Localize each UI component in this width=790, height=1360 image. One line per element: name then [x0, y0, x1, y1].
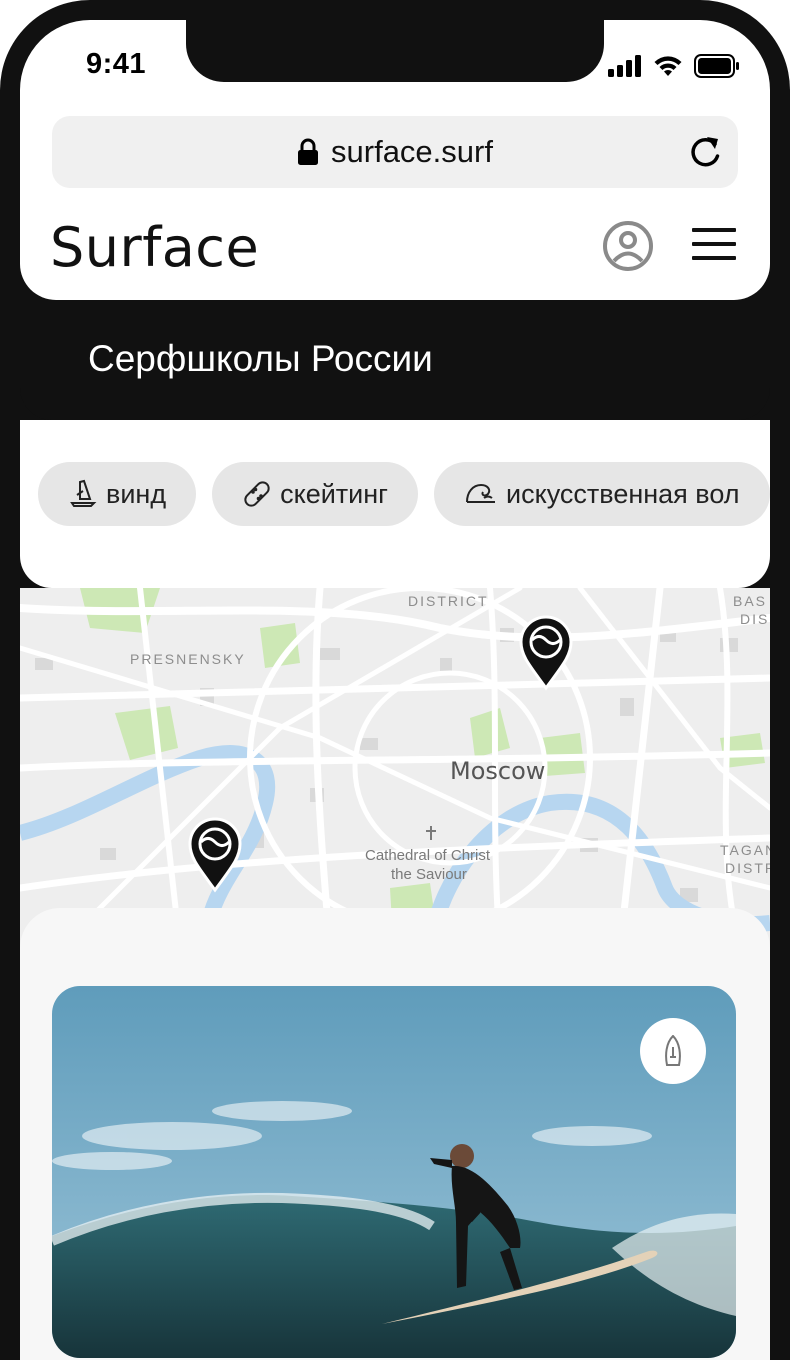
- filter-chip-wind[interactable]: винд: [38, 462, 197, 526]
- battery-icon: [694, 54, 739, 78]
- map-label-basmanny-1: BAS: [733, 593, 767, 609]
- status-icons: [608, 54, 740, 78]
- status-time: 9:41: [86, 48, 147, 80]
- logo[interactable]: Surface: [50, 216, 259, 279]
- device-notch: [186, 20, 604, 82]
- school-card-photo[interactable]: [52, 986, 736, 1358]
- map-label-cathedral-1: Cathedral of Christ: [365, 847, 491, 864]
- surfer-photo: [52, 986, 736, 1358]
- filter-label: винд: [106, 478, 167, 509]
- map-label-tagansky-1: TAGAN: [720, 842, 770, 858]
- map-canvas[interactable]: DISTRICT PRESNENSKY BAS DIS TAGAN DISTR …: [20, 588, 770, 948]
- card-badge[interactable]: [640, 1018, 706, 1084]
- map-label-presnensky: PRESNENSKY: [130, 651, 246, 667]
- filter-chips: винд скейтинг искусственная вол: [38, 462, 770, 526]
- screen: Серфшколы России 9:41 surface.surf Surfa…: [20, 20, 770, 1360]
- filter-label: скейтинг: [280, 478, 389, 509]
- map-label-tagansky-2: DISTR: [725, 860, 770, 876]
- school-card-list: [20, 908, 770, 1360]
- filter-chip-skating[interactable]: скейтинг: [212, 462, 419, 526]
- map-label-moscow: Moscow: [450, 757, 545, 785]
- address-bar[interactable]: surface.surf: [52, 116, 738, 188]
- map-label-cathedral-2: the Saviour: [391, 866, 467, 883]
- hamburger-menu-icon[interactable]: [692, 228, 736, 260]
- filter-label: искусственная вол: [506, 478, 740, 509]
- surfboard-icon: [665, 1035, 681, 1066]
- wifi-icon: [654, 56, 682, 76]
- profile-icon[interactable]: [602, 220, 654, 272]
- map-label-district: DISTRICT: [408, 593, 489, 609]
- map[interactable]: DISTRICT PRESNENSKY BAS DIS TAGAN DISTR …: [20, 588, 770, 948]
- reload-icon[interactable]: [688, 134, 722, 170]
- skateboard-icon: [244, 481, 270, 507]
- lock-icon: [298, 138, 319, 165]
- map-label-basmanny-2: DIS: [740, 611, 769, 627]
- url-text: surface.surf: [331, 134, 493, 169]
- cellular-signal-icon: [608, 55, 641, 77]
- wave-icon: [466, 483, 496, 503]
- filter-bar: винд скейтинг искусственная вол: [20, 420, 770, 588]
- page-title: Серфшколы России: [88, 338, 433, 379]
- windsurf-icon: [70, 479, 97, 507]
- device-frame: Серфшколы России 9:41 surface.surf Surfa…: [0, 0, 790, 1360]
- filter-chip-artificial-wave[interactable]: искусственная вол: [434, 462, 770, 526]
